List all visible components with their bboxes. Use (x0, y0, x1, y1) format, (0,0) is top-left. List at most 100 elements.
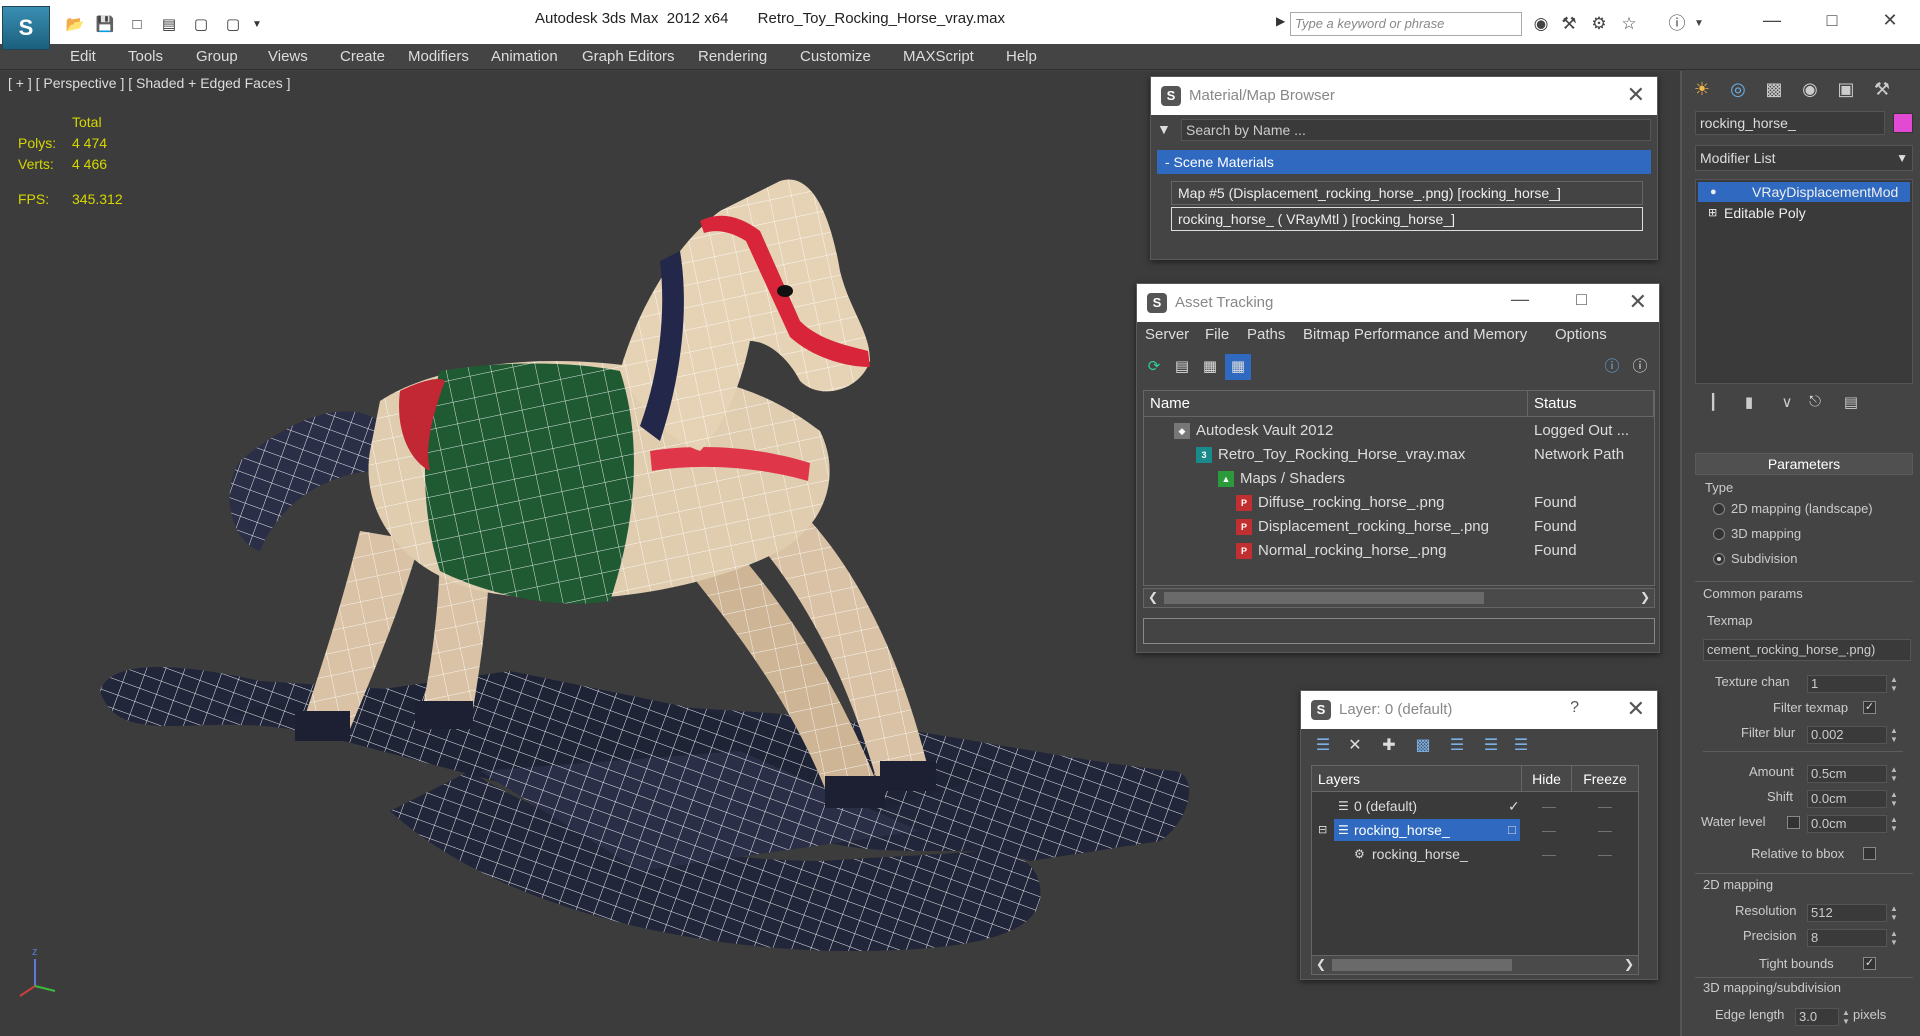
texture-chan-spinner[interactable]: ▲ ▼ (1889, 675, 1899, 693)
create-tab-icon[interactable]: ☀ (1687, 75, 1717, 103)
help-about-icon[interactable]: ⓘ (1599, 354, 1625, 380)
menu-views[interactable]: Views (268, 48, 308, 65)
freeze-toggle[interactable]: — (1598, 842, 1612, 866)
maximize-icon[interactable]: □ (1810, 6, 1854, 34)
object-name-field[interactable]: rocking_horse_ (1695, 111, 1885, 135)
display-tab-icon[interactable]: ▣ (1831, 75, 1861, 103)
menu-rendering[interactable]: Rendering (698, 48, 767, 65)
layer-scrollbar[interactable]: ❮ ❯ (1311, 955, 1639, 975)
undo-icon[interactable]: ▢ (188, 12, 214, 36)
menu-modifiers[interactable]: Modifiers (408, 48, 469, 65)
parameters-rollout[interactable]: Parameters (1695, 453, 1913, 475)
active-layer-check-icon[interactable]: ✓ (1508, 794, 1520, 818)
column-header-hide[interactable]: Hide (1522, 766, 1572, 792)
table-view-icon[interactable]: ▦ (1225, 354, 1251, 380)
help-icon[interactable]: ⓘ (1627, 354, 1653, 380)
set-active-layer-icon[interactable]: □ (1508, 818, 1516, 842)
layer-row[interactable]: ☰ 0 (default) ✓ — — (1312, 794, 1638, 818)
highlight-layer-icon[interactable]: ☰ (1443, 733, 1471, 759)
show-end-result-icon[interactable]: ▮ (1735, 393, 1763, 417)
relative-bbox-checkbox[interactable] (1863, 847, 1876, 860)
collapse-icon[interactable]: ⊟ (1318, 818, 1327, 842)
utilities-tab-icon[interactable]: ⚒ (1867, 75, 1897, 103)
layer-dialog-close-icon[interactable]: ✕ (1627, 696, 1645, 722)
stack-item-vraydisplacement[interactable]: ● VRayDisplacementMod (1698, 182, 1910, 202)
material-row[interactable]: Map #5 (Displacement_rocking_horse_.png)… (1171, 181, 1643, 205)
binoculars-icon[interactable]: ◉ (1528, 12, 1554, 36)
remove-modifier-icon[interactable]: ⎋ (1801, 393, 1829, 417)
scrollbar-thumb[interactable] (1164, 592, 1484, 604)
delete-layer-icon[interactable]: ✕ (1341, 733, 1369, 759)
table-row[interactable]: P Displacement_rocking_horse_.png Found (1144, 515, 1654, 539)
open-file-icon[interactable]: 📂 (62, 12, 88, 36)
radio-3d-mapping[interactable] (1713, 528, 1725, 540)
select-objects-icon[interactable]: ▩ (1409, 733, 1437, 759)
amount-input[interactable]: 0.5cm (1807, 765, 1887, 783)
radio-subdivision[interactable] (1713, 553, 1725, 565)
favorites-star-icon[interactable]: ☆ (1616, 12, 1642, 36)
table-row[interactable]: ◆ Autodesk Vault 2012 Logged Out ... (1144, 419, 1654, 443)
water-level-spinner[interactable]: ▲ ▼ (1889, 815, 1899, 833)
hold-icon[interactable]: ▤ (156, 12, 182, 36)
filter-texmap-checkbox[interactable]: ✓ (1863, 701, 1876, 714)
precision-input[interactable]: 8 (1807, 929, 1887, 947)
menu-create[interactable]: Create (340, 48, 385, 65)
help-dropdown-icon[interactable]: ▼ (1686, 12, 1712, 36)
table-row[interactable]: P Diffuse_rocking_horse_.png Found (1144, 491, 1654, 515)
scroll-left-icon[interactable]: ❮ (1148, 590, 1158, 604)
thumbnail-view-icon[interactable]: ▦ (1197, 354, 1223, 380)
column-header-layers[interactable]: Layers (1312, 766, 1522, 792)
menu-graph-editors[interactable]: Graph Editors (582, 48, 675, 65)
asset-path-field[interactable] (1143, 618, 1655, 644)
hide-toggle[interactable]: — (1542, 842, 1556, 866)
column-header-status[interactable]: Status (1528, 391, 1654, 417)
shift-input[interactable]: 0.0cm (1807, 790, 1887, 808)
minimize-icon[interactable]: — (1750, 6, 1794, 34)
motion-tab-icon[interactable]: ◉ (1795, 75, 1825, 103)
menu-tools[interactable]: Tools (128, 48, 163, 65)
shift-spinner[interactable]: ▲ ▼ (1889, 790, 1899, 808)
new-file-icon[interactable]: □ (124, 12, 150, 36)
save-file-icon[interactable]: 💾 (92, 12, 118, 36)
table-row[interactable]: ▲ Maps / Shaders (1144, 467, 1654, 491)
asset-menu-options[interactable]: Options (1555, 326, 1607, 343)
texture-chan-input[interactable]: 1 (1807, 675, 1887, 693)
layer-row[interactable]: ⚙ rocking_horse_ — — (1312, 842, 1638, 866)
search-options-arrow-icon[interactable]: ▼ (1157, 121, 1171, 137)
menu-maxscript[interactable]: MAXScript (903, 48, 974, 65)
menu-edit[interactable]: Edit (70, 48, 96, 65)
asset-menu-server[interactable]: Server (1145, 326, 1189, 343)
material-browser-close-icon[interactable]: ✕ (1627, 82, 1645, 108)
menu-customize[interactable]: Customize (800, 48, 871, 65)
resolution-spinner[interactable]: ▲ ▼ (1889, 904, 1899, 922)
table-row[interactable]: 3 Retro_Toy_Rocking_Horse_vray.max Netwo… (1144, 443, 1654, 467)
modifier-list-dropdown[interactable]: Modifier List ▼ (1695, 145, 1913, 171)
freeze-toggle[interactable]: — (1598, 794, 1612, 818)
freeze-toggle[interactable]: — (1598, 818, 1612, 842)
stack-item-editable-poly[interactable]: ⊞ Editable Poly (1698, 203, 1910, 223)
tight-bounds-checkbox[interactable]: ✓ (1863, 957, 1876, 970)
close-icon[interactable]: ✕ (1868, 6, 1912, 34)
filter-blur-input[interactable]: 0.002 (1807, 726, 1887, 744)
configure-modifier-sets-icon[interactable]: ▤ (1837, 393, 1865, 417)
asset-tracking-minimize-icon[interactable]: — (1511, 289, 1529, 310)
layer-help-button[interactable]: ? (1570, 699, 1579, 717)
list-view-icon[interactable]: ▤ (1169, 354, 1195, 380)
column-header-freeze[interactable]: Freeze (1572, 766, 1638, 792)
column-header-name[interactable]: Name (1144, 391, 1528, 417)
scroll-left-icon[interactable]: ❮ (1316, 957, 1326, 971)
material-browser-titlebar[interactable]: S Material/Map Browser ✕ (1151, 77, 1657, 115)
water-level-input[interactable]: 0.0cm (1807, 815, 1887, 833)
lightbulb-icon[interactable]: ● (1710, 182, 1717, 202)
asset-tracking-titlebar[interactable]: S Asset Tracking — □ ✕ (1137, 284, 1659, 322)
layer-dialog-titlebar[interactable]: S Layer: 0 (default) ? ✕ (1301, 691, 1657, 729)
asset-menu-paths[interactable]: Paths (1247, 326, 1285, 343)
search-expand-icon[interactable]: ▶ (1276, 14, 1285, 28)
water-level-checkbox[interactable] (1787, 816, 1800, 829)
edge-length-spinner[interactable]: ▲ ▼ (1841, 1008, 1851, 1026)
hide-all-icon[interactable]: ☰ (1477, 733, 1505, 759)
filter-blur-spinner[interactable]: ▲ ▼ (1889, 726, 1899, 744)
layer-row[interactable]: ⊟ ☰ rocking_horse_ □ — — (1312, 818, 1638, 842)
scene-materials-group[interactable]: - Scene Materials (1157, 150, 1651, 174)
scroll-right-icon[interactable]: ❯ (1624, 957, 1634, 971)
